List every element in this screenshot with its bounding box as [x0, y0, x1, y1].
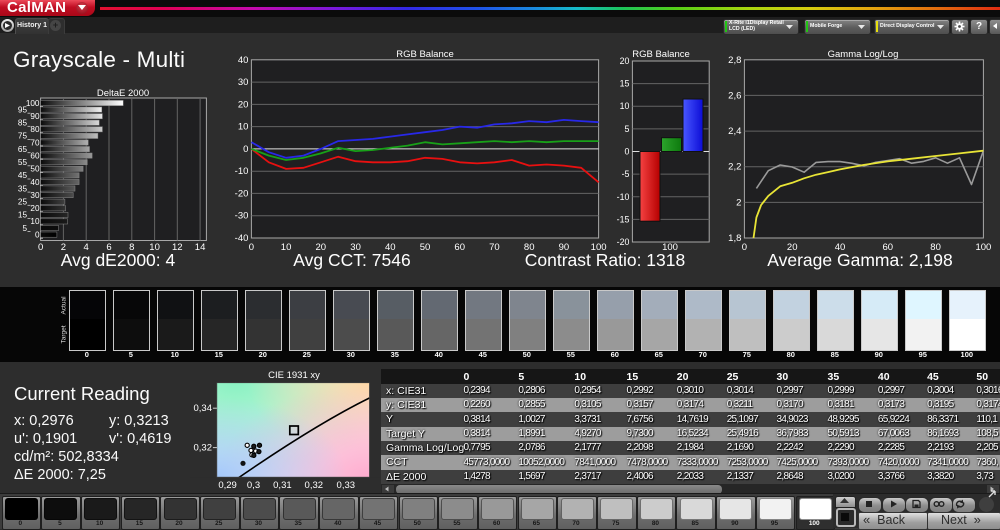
- svg-text:70: 70: [30, 138, 40, 147]
- svg-text:25: 25: [18, 198, 28, 207]
- svg-text:45: 45: [18, 171, 28, 180]
- svg-text:20: 20: [238, 99, 249, 110]
- svg-text:0: 0: [243, 144, 248, 155]
- svg-text:100: 100: [26, 99, 40, 108]
- svg-text:0: 0: [624, 147, 629, 157]
- svg-text:2: 2: [736, 197, 741, 208]
- svg-text:10: 10: [238, 122, 249, 133]
- svg-text:15: 15: [18, 211, 28, 220]
- svg-text:30: 30: [30, 191, 40, 200]
- svg-text:-20: -20: [617, 237, 630, 247]
- svg-text:10: 10: [620, 101, 630, 111]
- svg-text:2,6: 2,6: [728, 90, 741, 101]
- svg-text:95: 95: [18, 105, 28, 114]
- svg-text:5: 5: [624, 124, 629, 134]
- svg-text:-40: -40: [235, 233, 249, 244]
- svg-text:0,32: 0,32: [305, 480, 324, 491]
- svg-text:1,8: 1,8: [728, 233, 741, 244]
- svg-text:DeltaE 2000: DeltaE 2000: [97, 88, 149, 99]
- svg-text:-30: -30: [235, 211, 249, 222]
- svg-text:RGB Balance: RGB Balance: [632, 49, 690, 60]
- svg-text:2,2: 2,2: [728, 162, 741, 173]
- svg-text:0: 0: [35, 230, 40, 239]
- svg-text:75: 75: [18, 132, 28, 141]
- svg-text:-5: -5: [622, 169, 630, 179]
- svg-text:20: 20: [620, 56, 630, 66]
- svg-text:-10: -10: [617, 192, 630, 202]
- svg-text:85: 85: [18, 119, 28, 128]
- svg-text:50: 50: [30, 165, 40, 174]
- svg-text:-10: -10: [235, 166, 249, 177]
- svg-text:0,33: 0,33: [337, 480, 356, 491]
- svg-text:10: 10: [30, 217, 40, 226]
- svg-text:Gamma Log/Log: Gamma Log/Log: [828, 49, 899, 60]
- svg-text:35: 35: [18, 184, 28, 193]
- svg-text:5: 5: [22, 224, 27, 233]
- svg-text:20: 20: [30, 204, 40, 213]
- svg-text:2,8: 2,8: [728, 55, 741, 66]
- svg-text:0,32: 0,32: [194, 443, 213, 454]
- svg-text:80: 80: [30, 125, 40, 134]
- svg-text:CIE 1931 xy: CIE 1931 xy: [268, 370, 320, 381]
- svg-text:90: 90: [30, 112, 40, 121]
- svg-text:-15: -15: [617, 214, 630, 224]
- svg-text:0,31: 0,31: [273, 480, 292, 491]
- svg-text:30: 30: [238, 77, 249, 88]
- svg-text:0,3: 0,3: [247, 480, 260, 491]
- svg-text:0,29: 0,29: [218, 480, 237, 491]
- svg-text:2,4: 2,4: [728, 126, 741, 137]
- svg-text:55: 55: [18, 158, 28, 167]
- svg-text:-20: -20: [235, 188, 249, 199]
- svg-text:RGB Balance: RGB Balance: [396, 49, 454, 60]
- svg-text:15: 15: [620, 79, 630, 89]
- svg-text:0,34: 0,34: [194, 403, 213, 414]
- svg-text:40: 40: [30, 178, 40, 187]
- svg-text:65: 65: [18, 145, 28, 154]
- svg-text:40: 40: [238, 55, 249, 66]
- svg-text:60: 60: [30, 151, 40, 160]
